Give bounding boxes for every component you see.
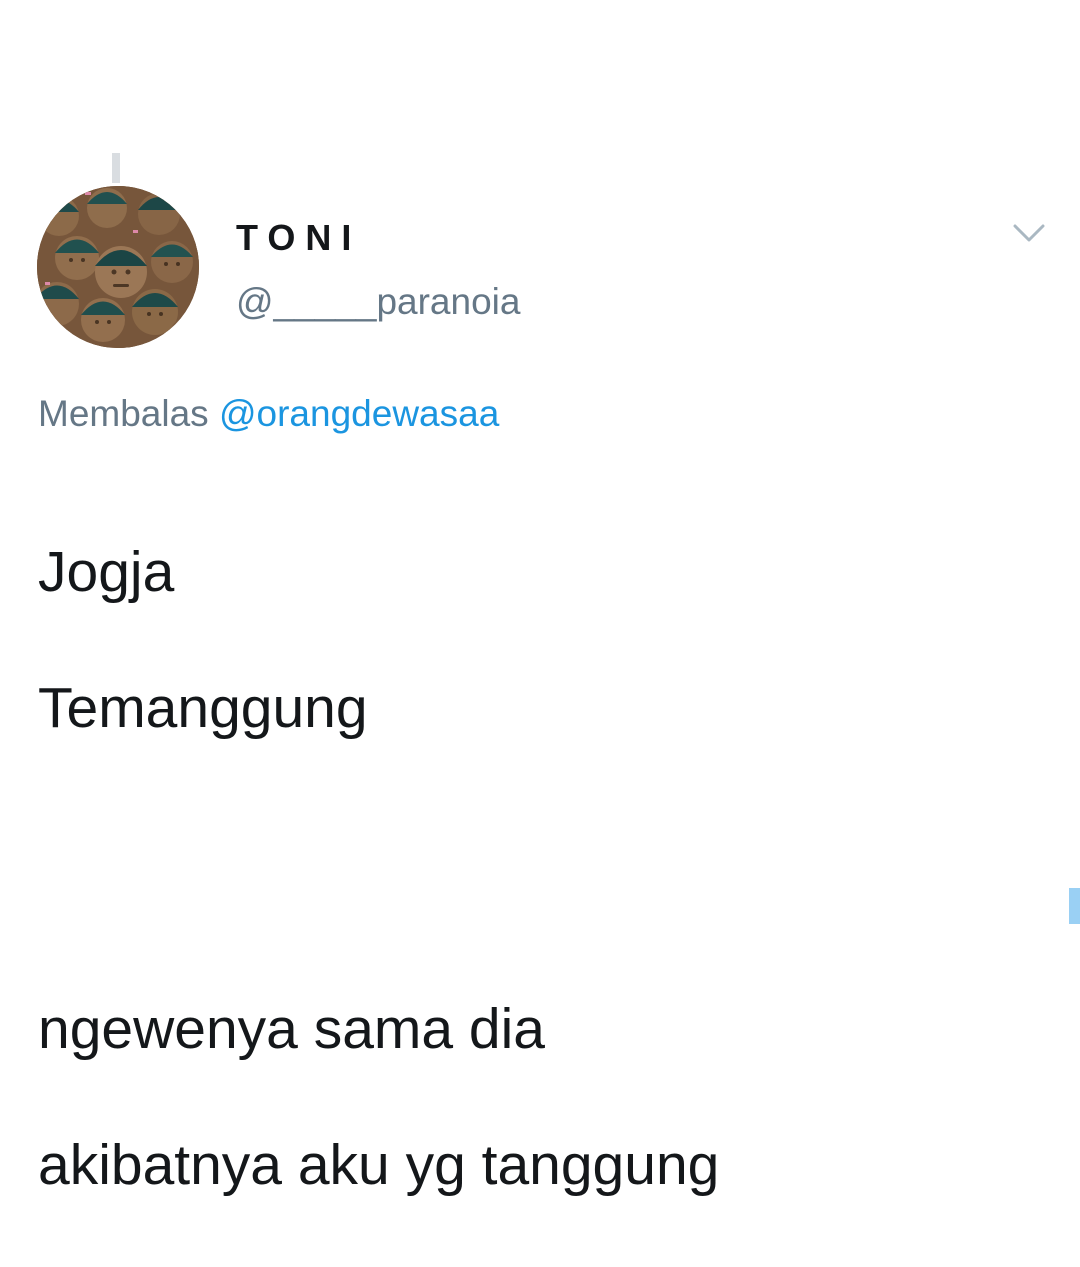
user-handle[interactable]: @_____paranoia: [236, 280, 520, 324]
reply-prefix: Membalas: [38, 393, 209, 434]
tweet-line: akibatnya aku yg tanggung: [38, 1133, 720, 1197]
tweet-line: Jogja: [38, 540, 175, 604]
avatar-image: [37, 186, 199, 348]
tweet-line: ngewenya sama dia: [38, 997, 545, 1061]
reply-mention-link[interactable]: @orangdewasaa: [219, 393, 499, 434]
chevron-down-icon[interactable]: [1011, 218, 1047, 246]
scroll-indicator: [1069, 888, 1080, 924]
display-name[interactable]: TONI: [236, 216, 361, 260]
reply-context: Membalas @orangdewasaa: [38, 391, 499, 437]
thread-connector-line: [112, 153, 120, 183]
avatar[interactable]: [37, 186, 199, 348]
tweet-line: Temanggung: [38, 676, 368, 740]
tweet-text: Jogja Temanggung ngewenya sama dia akiba…: [38, 470, 1038, 1267]
